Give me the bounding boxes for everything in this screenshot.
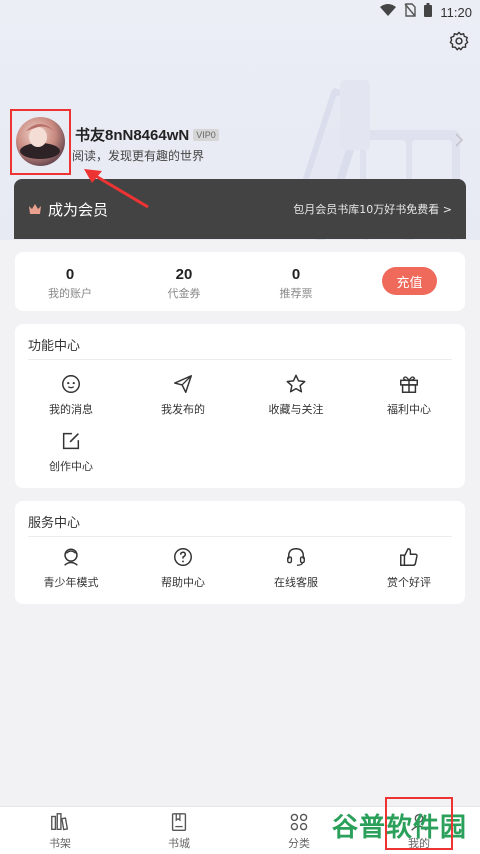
status-bar: 11:20	[0, 0, 480, 24]
service-center-card: 服务中心 青少年模式 帮助中心 在线客服 赏个好评	[15, 501, 465, 604]
func-item-creation[interactable]: 创作中心	[16, 430, 126, 474]
thumbs-up-icon	[400, 548, 418, 566]
service-item-label: 在线客服	[274, 576, 318, 589]
avatar-image	[20, 124, 60, 159]
func-item-favorites[interactable]: 收藏与关注	[241, 373, 351, 417]
stat-value: 0	[65, 266, 75, 283]
tab-category[interactable]: 分类	[259, 811, 339, 851]
bookstore-icon	[171, 813, 187, 831]
gear-icon	[449, 31, 469, 51]
func-item-messages[interactable]: 我的消息	[16, 373, 126, 417]
service-item-rate-app[interactable]: 赏个好评	[354, 546, 464, 590]
section-title: 服务中心	[28, 516, 81, 531]
stat-label: 代金券	[167, 287, 201, 300]
section-title: 功能中心	[28, 339, 81, 354]
divider	[28, 536, 452, 537]
avatar[interactable]	[16, 117, 65, 166]
stat-value: 0	[291, 266, 301, 283]
category-icon	[290, 813, 308, 831]
no-sim-icon	[404, 3, 417, 21]
stat-label: 推荐票	[279, 287, 313, 300]
account-stats-card: 0 我的账户 20 代金券 0 推荐票 充值	[15, 252, 465, 311]
stat-recommend-tickets[interactable]: 0 推荐票	[256, 266, 336, 301]
stat-value: 20	[175, 266, 193, 283]
func-item-welfare[interactable]: 福利中心	[354, 373, 464, 417]
become-member-banner[interactable]: 成为会员 包月会员书库10万好书免费看 >	[14, 179, 466, 239]
service-item-teen-mode[interactable]: 青少年模式	[16, 546, 126, 590]
stat-account[interactable]: 0 我的账户	[30, 266, 110, 301]
message-icon	[62, 375, 80, 393]
stat-vouchers[interactable]: 20 代金券	[144, 266, 224, 301]
tab-bookstore[interactable]: 书城	[139, 811, 219, 851]
func-item-label: 我发布的	[161, 403, 205, 416]
func-item-label: 福利中心	[387, 403, 431, 416]
send-icon	[174, 375, 192, 393]
service-item-label: 帮助中心	[161, 576, 205, 589]
help-icon	[174, 548, 192, 566]
edit-icon	[62, 432, 80, 450]
service-item-label: 赏个好评	[387, 576, 431, 589]
divider	[28, 359, 452, 360]
recharge-button[interactable]: 充值	[382, 267, 437, 295]
function-center-card: 功能中心 我的消息 我发布的 收藏与关注 福利中心 创作中心	[15, 324, 465, 488]
service-item-help[interactable]: 帮助中心	[128, 546, 238, 590]
vip-level-badge: VIP0	[193, 128, 219, 141]
teen-mode-icon	[64, 548, 78, 566]
star-icon	[286, 374, 306, 393]
battery-icon	[424, 3, 433, 21]
bookshelf-icon	[51, 813, 69, 831]
stat-label: 我的账户	[48, 287, 92, 300]
status-time: 11:20	[440, 4, 472, 20]
tab-highlight-box	[385, 797, 453, 850]
tab-bookshelf[interactable]: 书架	[20, 811, 100, 851]
service-item-customer-service[interactable]: 在线客服	[241, 546, 351, 590]
service-item-label: 青少年模式	[43, 576, 99, 589]
func-item-published[interactable]: 我发布的	[128, 373, 238, 417]
tab-label: 书城	[168, 837, 190, 850]
crown-icon	[29, 204, 41, 214]
tab-label: 分类	[288, 837, 310, 850]
func-item-label: 我的消息	[49, 403, 93, 416]
profile-tagline: 阅读，发现更有趣的世界	[72, 149, 205, 163]
func-item-label: 收藏与关注	[268, 403, 324, 416]
tab-label: 书架	[49, 837, 71, 850]
func-item-label: 创作中心	[49, 460, 93, 473]
become-member-title: 成为会员	[48, 200, 109, 219]
username-text: 书友8nN8464wN	[75, 127, 190, 144]
member-promo-link[interactable]: 包月会员书库10万好书免费看 >	[293, 201, 452, 217]
settings-button[interactable]	[448, 30, 470, 52]
wifi-icon	[380, 4, 397, 20]
avatar-highlight-box	[10, 109, 71, 175]
username[interactable]: 书友8nN8464wN VIP0	[75, 124, 219, 145]
chevron-right-icon[interactable]	[454, 132, 464, 152]
gift-icon	[400, 376, 418, 393]
headset-icon	[287, 548, 305, 566]
